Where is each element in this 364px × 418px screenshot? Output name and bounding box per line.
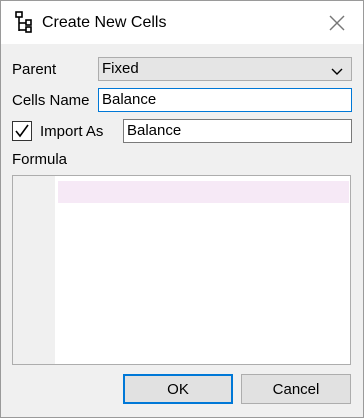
import-as-input[interactable]: Balance xyxy=(123,119,352,143)
checkmark-icon xyxy=(15,124,29,138)
title-bar[interactable]: Create New Cells xyxy=(1,1,363,44)
dialog-title: Create New Cells xyxy=(42,14,167,31)
cells-name-label: Cells Name xyxy=(12,92,90,109)
parent-label: Parent xyxy=(12,61,57,78)
chevron-down-icon[interactable] xyxy=(331,64,343,75)
parent-select[interactable]: Fixed xyxy=(98,57,352,81)
tree-hierarchy-icon xyxy=(14,11,34,33)
formula-editor[interactable] xyxy=(12,175,351,365)
cancel-button[interactable]: Cancel xyxy=(241,374,351,404)
ok-button[interactable]: OK xyxy=(123,374,233,404)
cells-name-input[interactable]: Balance xyxy=(98,88,352,112)
formula-label: Formula xyxy=(12,151,68,168)
parent-value: Fixed xyxy=(102,60,139,77)
line-number-gutter xyxy=(13,176,55,364)
import-as-checkbox[interactable] xyxy=(12,121,32,141)
create-new-cells-dialog: Create New Cells Parent Fixed Cells Name… xyxy=(0,0,364,418)
current-line-highlight xyxy=(58,181,349,203)
import-as-label: Import As xyxy=(40,123,104,140)
close-icon[interactable] xyxy=(325,11,349,35)
